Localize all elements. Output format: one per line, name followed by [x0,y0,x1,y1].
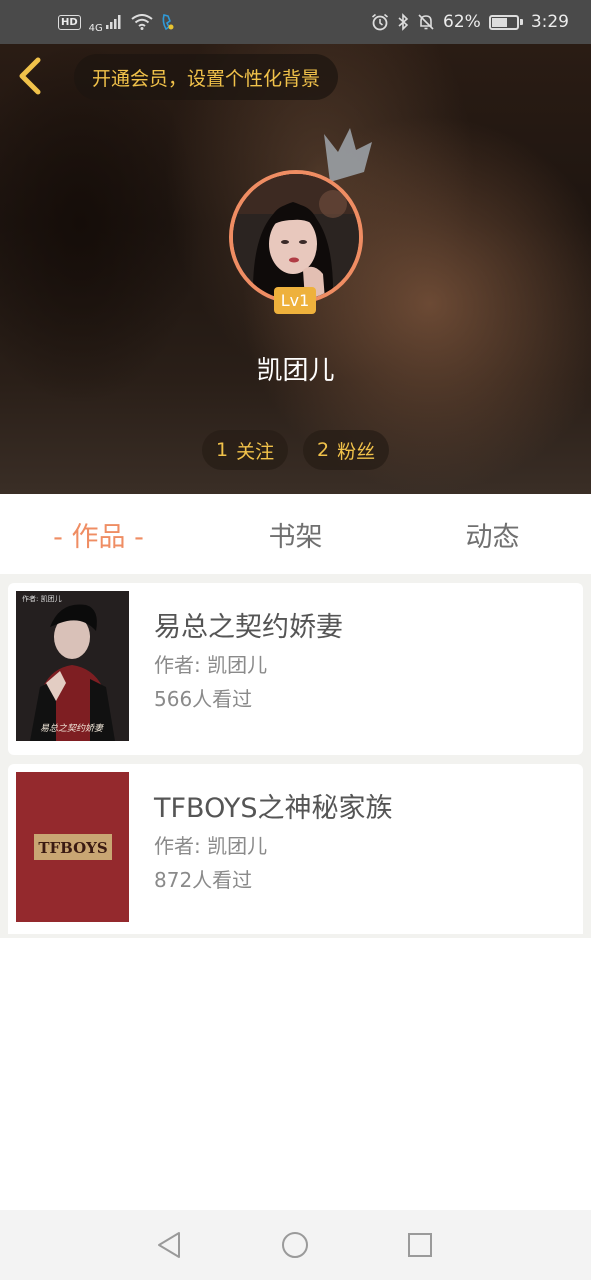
status-bar: HD 4G 62% 3:29 [0,0,591,44]
work-author: 作者: 凯团儿 [154,834,268,858]
status-right: 62% 3:29 [371,12,569,32]
work-views: 566人看过 [154,687,253,711]
back-nav-icon[interactable] [155,1230,185,1260]
cover-art-2: TFBOYS [16,772,129,922]
tab-works[interactable]: - 作品 - [0,494,197,574]
book-cover: 作者: 凯团儿 易总之契约娇妻 [16,591,129,741]
cover-caption: TFBOYS [38,839,107,857]
work-title: TFBOYS之神秘家族 [154,793,393,824]
back-button[interactable] [14,56,48,96]
chevron-left-icon [19,57,41,95]
hd-icon: HD [58,14,81,30]
fans-count: 2 [317,439,330,461]
network-label: 4G [88,22,103,34]
cover-caption: 易总之契约娇妻 [40,723,105,734]
vip-background-banner[interactable]: 开通会员，设置个性化背景 [74,54,339,100]
avatar-photo [233,174,359,300]
work-views: 872人看过 [154,868,253,892]
bluetooth-icon [398,13,409,31]
battery-percent: 62% [443,12,481,32]
profile-header: 开通会员，设置个性化背景 Lv1 凯团儿 1 关注 2 粉丝 [0,44,591,494]
profile-tabs: - 作品 - 书架 动态 [0,494,591,574]
call-app-icon [162,14,174,31]
status-left: HD 4G [58,11,175,34]
fans-count-button[interactable]: 2 粉丝 [303,430,390,470]
book-cover: TFBOYS [16,772,129,922]
follow-count: 1 [216,439,229,461]
follow-label: 关注 [236,440,275,463]
cover-author-tag: 作者: 凯团儿 [22,594,62,603]
username: 凯团儿 [256,356,335,386]
home-nav-icon[interactable] [280,1230,310,1260]
work-author: 作者: 凯团儿 [154,653,268,677]
follow-count-button[interactable]: 1 关注 [202,430,289,470]
tab-activity[interactable]: 动态 [394,494,591,574]
list-item[interactable]: 作者: 凯团儿 易总之契约娇妻 易总之契约娇妻 作者: 凯团儿 566人看过 [8,583,583,755]
avatar[interactable] [229,170,363,304]
crown-icon [324,128,372,182]
mute-icon [418,14,434,30]
signal-icon [105,15,121,29]
list-item[interactable]: TFBOYS TFBOYS之神秘家族 作者: 凯团儿 872人看过 [8,764,583,934]
fans-label: 粉丝 [337,440,376,463]
battery-icon [488,14,523,30]
cover-art-1: 作者: 凯团儿 易总之契约娇妻 [16,591,129,741]
tab-bookshelf[interactable]: 书架 [197,494,394,574]
recents-nav-icon[interactable] [405,1230,435,1260]
alarm-icon [372,13,389,31]
empty-space [0,938,591,1210]
level-badge: Lv1 [274,287,316,314]
work-title: 易总之契约娇妻 [154,612,343,643]
system-nav-bar [0,1210,591,1280]
wifi-icon [131,14,153,30]
clock: 3:29 [530,12,569,32]
works-list: 作者: 凯团儿 易总之契约娇妻 易总之契约娇妻 作者: 凯团儿 566人看过 T… [0,574,591,938]
